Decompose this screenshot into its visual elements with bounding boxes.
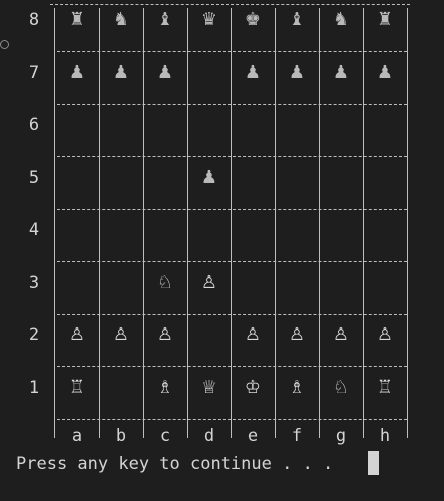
white-pawn-icon[interactable]: ♙	[99, 325, 143, 345]
white-pawn-icon[interactable]: ♙	[143, 325, 187, 345]
file-label: d	[203, 426, 215, 446]
black-pawn-icon[interactable]: ♟	[187, 167, 231, 188]
rank-label: 5	[28, 167, 40, 188]
white-king-icon[interactable]: ♔	[231, 377, 275, 398]
black-pawn-icon[interactable]: ♟	[275, 62, 319, 83]
white-queen-icon[interactable]: ♕	[187, 377, 231, 398]
rank-label: 8	[28, 10, 40, 30]
black-bishop-icon[interactable]: ♝	[143, 10, 187, 30]
board-grid-line	[407, 8, 408, 438]
white-bishop-icon[interactable]: ♗	[143, 377, 187, 398]
white-knight-icon[interactable]: ♘	[319, 377, 363, 398]
file-label: g	[335, 426, 347, 446]
black-pawn-icon[interactable]: ♟	[55, 62, 99, 83]
white-pawn-icon[interactable]: ♙	[275, 325, 319, 345]
white-pawn-icon[interactable]: ♙	[231, 325, 275, 345]
chess-board: 8 7 6 5 4 3 2 1 a b c d e f g h ♜ ♞ ♝ ♛ ♚ ♝ ♞ ♜ ♟ ♟ ♟ ♟ ♟ ♟ ♟ ♟ ♘ ♙ ♙ ♙ ♙ ♙ ♙ ♙…	[0, 0, 444, 501]
black-king-icon[interactable]: ♚	[231, 10, 275, 30]
board-grid-line	[57, 51, 407, 52]
file-label: c	[159, 426, 171, 446]
black-pawn-icon[interactable]: ♟	[363, 62, 407, 83]
white-pawn-icon[interactable]: ♙	[319, 325, 363, 345]
board-grid-line	[57, 366, 407, 367]
rank-label: 1	[28, 377, 40, 398]
breakpoint-circle-icon	[0, 40, 9, 49]
black-knight-icon[interactable]: ♞	[99, 10, 143, 30]
rank-label: 3	[28, 272, 40, 293]
file-label: h	[379, 426, 391, 446]
text-cursor[interactable]	[368, 451, 379, 475]
rank-label: 6	[28, 115, 40, 135]
black-pawn-icon[interactable]: ♟	[99, 62, 143, 83]
black-rook-icon[interactable]: ♜	[55, 10, 99, 30]
black-rook-icon[interactable]: ♜	[363, 10, 407, 30]
white-rook-icon[interactable]: ♖	[363, 377, 407, 398]
board-grid-line	[57, 313, 407, 315]
white-pawn-icon[interactable]: ♙	[187, 272, 231, 293]
black-knight-icon[interactable]: ♞	[319, 10, 363, 30]
rank-label: 4	[28, 220, 40, 240]
white-knight-icon[interactable]: ♘	[143, 272, 187, 293]
black-queen-icon[interactable]: ♛	[187, 10, 231, 30]
board-grid-line	[57, 418, 407, 420]
board-grid-line	[50, 4, 410, 5]
white-pawn-icon[interactable]: ♙	[55, 325, 99, 345]
file-label: f	[291, 426, 303, 446]
black-pawn-icon[interactable]: ♟	[231, 62, 275, 83]
board-grid-line	[57, 261, 407, 262]
file-label: b	[115, 426, 127, 446]
file-label: a	[71, 426, 83, 446]
black-pawn-icon[interactable]: ♟	[143, 62, 187, 83]
white-bishop-icon[interactable]: ♗	[275, 377, 319, 398]
board-grid-line	[187, 8, 188, 438]
black-pawn-icon[interactable]: ♟	[319, 62, 363, 83]
rank-label: 7	[28, 62, 40, 83]
board-grid-line	[57, 208, 407, 210]
file-label: e	[247, 426, 259, 446]
black-bishop-icon[interactable]: ♝	[275, 10, 319, 30]
rank-label: 2	[28, 325, 40, 345]
white-rook-icon[interactable]: ♖	[55, 377, 99, 398]
board-grid-line	[57, 103, 407, 105]
board-grid-line	[57, 156, 407, 157]
white-pawn-icon[interactable]: ♙	[363, 325, 407, 345]
continue-prompt: Press any key to continue . . .	[16, 454, 334, 474]
